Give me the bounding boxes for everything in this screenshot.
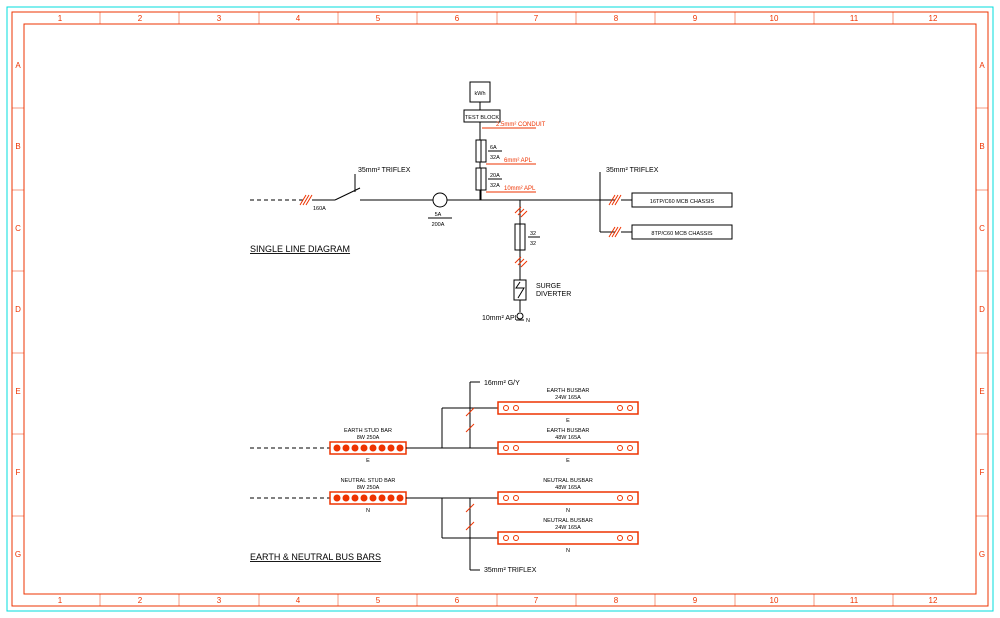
conduit-label: 2.5mm² CONDUIT (496, 122, 546, 128)
svg-text:4: 4 (296, 596, 301, 605)
svg-text:E: E (366, 458, 370, 464)
svg-text:8TP/C60 MCB CHASSIS: 8TP/C60 MCB CHASSIS (651, 231, 712, 237)
svg-text:NEUTRAL BUSBAR: NEUTRAL BUSBAR (543, 518, 593, 524)
svg-text:9: 9 (693, 596, 698, 605)
earth-busbar-48w: EARTH BUSBAR 48W 165A E (498, 428, 638, 464)
phase-slash-icon (515, 207, 527, 217)
svg-text:7: 7 (534, 596, 539, 605)
svg-text:TEST BLOCK: TEST BLOCK (465, 115, 499, 121)
surge-label: SURGEDIVERTER (536, 283, 571, 298)
svg-text:A: A (15, 61, 21, 70)
svg-text:3: 3 (217, 596, 222, 605)
svg-text:8: 8 (614, 596, 619, 605)
svg-text:1: 1 (58, 596, 63, 605)
grid-columns: 1 2 3 4 5 6 7 8 9 10 11 12 1 2 3 4 5 6 7… (58, 12, 938, 606)
svg-text:B: B (15, 142, 20, 151)
svg-text:kWh: kWh (475, 91, 486, 97)
svg-text:NEUTRAL BUSBAR: NEUTRAL BUSBAR (543, 478, 593, 484)
col-12: 12 (929, 14, 938, 23)
svg-text:24W 165A: 24W 165A (555, 395, 581, 401)
col-6: 6 (455, 14, 460, 23)
single-line-diagram: SINGLE LINE DIAGRAM 160A 35mm² TRIFLEX 5… (250, 82, 732, 324)
busbar-title: EARTH & NEUTRAL BUS BARS (250, 552, 381, 562)
svg-text:32: 32 (530, 231, 536, 237)
svg-text:12: 12 (929, 596, 938, 605)
col-11: 11 (850, 14, 859, 23)
outgoing-cable: 35mm² TRIFLEX (606, 167, 659, 174)
col-3: 3 (217, 14, 222, 23)
neutral-busbar-48w: NEUTRAL BUSBAR 48W 165A N (498, 478, 638, 514)
svg-text:20A: 20A (490, 173, 500, 179)
svg-text:G: G (979, 550, 985, 559)
col-10: 10 (770, 14, 779, 23)
svg-text:8W 250A: 8W 250A (357, 485, 380, 491)
gy-cable: 16mm² G/Y (484, 380, 520, 387)
svg-text:24W 165A: 24W 165A (555, 525, 581, 531)
fuse-mid-cable: 6mm² APL (504, 158, 533, 164)
grid-rows: A B C D E F G A B C D E F G (12, 61, 988, 559)
svg-text:F: F (980, 468, 985, 477)
switch-icon (335, 188, 360, 200)
svg-text:16TP/C60 MCB CHASSIS: 16TP/C60 MCB CHASSIS (650, 199, 715, 205)
svg-text:N: N (366, 508, 370, 514)
svg-text:5: 5 (376, 596, 381, 605)
ct-secondary: 200A (432, 222, 445, 228)
grid-outer (12, 12, 988, 606)
svg-text:EARTH BUSBAR: EARTH BUSBAR (547, 388, 590, 394)
incoming-cable: 35mm² TRIFLEX (358, 167, 411, 174)
svg-text:N: N (526, 318, 530, 324)
svg-text:32: 32 (530, 241, 536, 247)
neutral-stud-bar: NEUTRAL STUD BAR 8W 250A N (330, 478, 406, 514)
svg-text:11: 11 (850, 596, 859, 605)
ct-icon (433, 193, 447, 207)
svg-text:2: 2 (138, 596, 143, 605)
svg-text:6: 6 (455, 596, 460, 605)
triflex-cable: 35mm² TRIFLEX (484, 567, 537, 574)
neutral-busbar-24w: NEUTRAL BUSBAR 24W 165A N (498, 518, 638, 554)
svg-text:E: E (979, 387, 984, 396)
svg-text:N: N (566, 548, 570, 554)
svg-text:8W 250A: 8W 250A (357, 435, 380, 441)
svg-text:B: B (979, 142, 984, 151)
svg-text:32A: 32A (490, 155, 500, 161)
sld-title: SINGLE LINE DIAGRAM (250, 244, 350, 254)
svg-text:EARTH BUSBAR: EARTH BUSBAR (547, 428, 590, 434)
svg-text:E: E (15, 387, 20, 396)
svg-text:NEUTRAL STUD BAR: NEUTRAL STUD BAR (341, 478, 396, 484)
col-2: 2 (138, 14, 143, 23)
ct-primary: 5A (435, 212, 442, 218)
col-7: 7 (534, 14, 539, 23)
col-1: 1 (58, 14, 63, 23)
svg-text:G: G (15, 550, 21, 559)
col-9: 9 (693, 14, 698, 23)
earth-stud-bar: EARTH STUD BAR 8W 250A E (330, 428, 406, 464)
busbar-diagram: EARTH & NEUTRAL BUS BARS 16mm² G/Y 35mm²… (250, 380, 638, 574)
col-5: 5 (376, 14, 381, 23)
svg-text:C: C (15, 224, 21, 233)
svg-text:F: F (16, 468, 21, 477)
col-8: 8 (614, 14, 619, 23)
svg-text:48W 165A: 48W 165A (555, 435, 581, 441)
svg-text:EARTH STUD BAR: EARTH STUD BAR (344, 428, 392, 434)
incoming-rating: 160A (313, 206, 326, 212)
svg-text:A: A (979, 61, 985, 70)
phase-slash-icon (515, 257, 527, 267)
col-4: 4 (296, 14, 301, 23)
outer-frame (7, 7, 993, 611)
earth-busbar-24w: EARTH BUSBAR 24W 165A E (498, 388, 638, 424)
surge-diverter-icon (514, 280, 526, 300)
svg-text:6A: 6A (490, 145, 497, 151)
svg-text:10: 10 (770, 596, 779, 605)
drawing-canvas: 1 2 3 4 5 6 7 8 9 10 11 12 1 2 3 4 5 6 7… (0, 0, 1000, 618)
svg-text:N: N (566, 508, 570, 514)
svg-text:E: E (566, 458, 570, 464)
svg-text:E: E (566, 418, 570, 424)
svg-text:32A: 32A (490, 183, 500, 189)
svg-text:48W 165A: 48W 165A (555, 485, 581, 491)
surge-cable: 10mm² APL (482, 315, 519, 322)
svg-text:D: D (15, 305, 21, 314)
svg-text:C: C (979, 224, 985, 233)
fuse-bot-cable: 10mm² APL (504, 186, 536, 192)
svg-text:D: D (979, 305, 985, 314)
